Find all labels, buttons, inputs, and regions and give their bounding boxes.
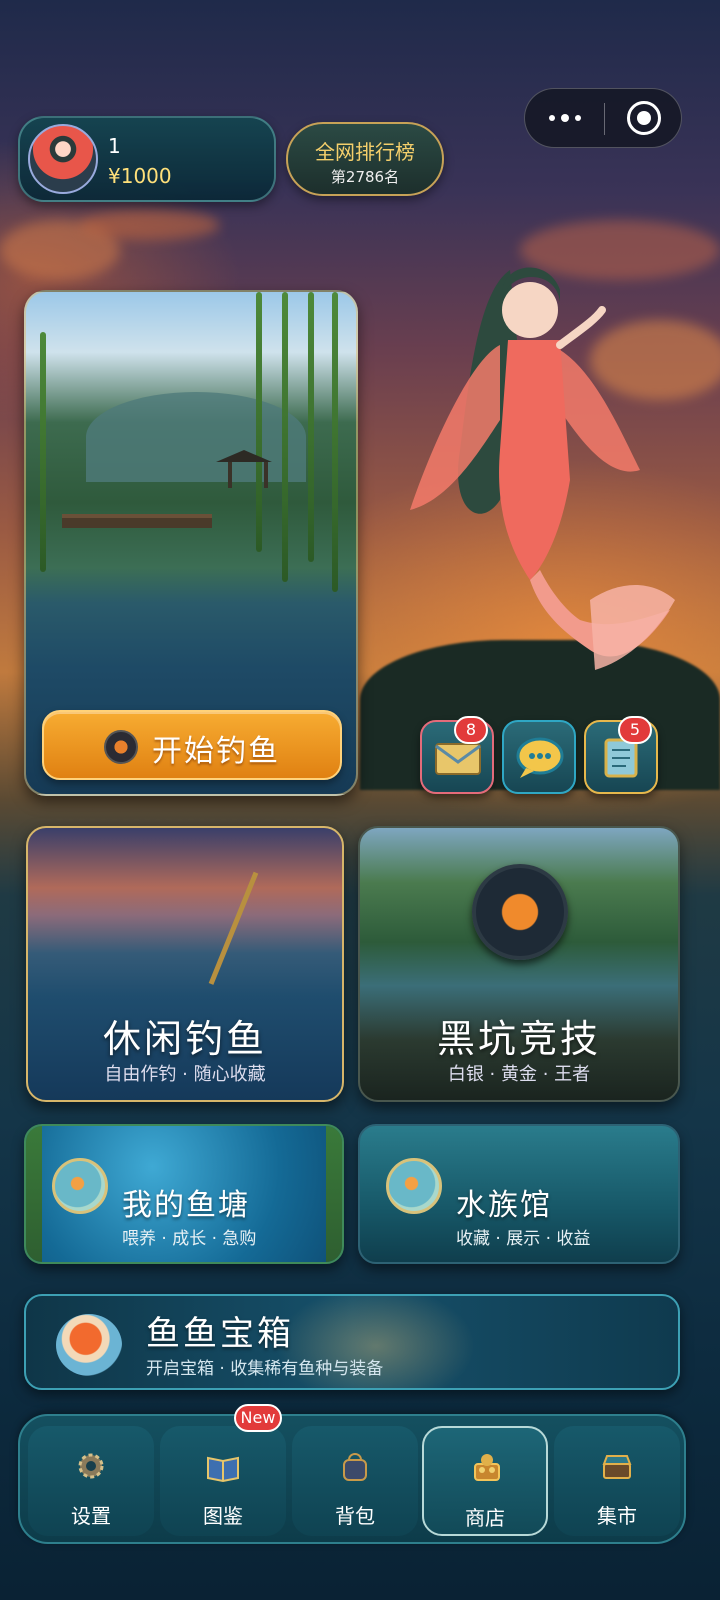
background-cloud <box>80 210 220 240</box>
nav-label: 商店 <box>465 1506 505 1530</box>
pit-competition-card[interactable]: 黑坑竞技 白银 · 黄金 · 王者 <box>358 826 680 1102</box>
start-fishing-button[interactable]: 开始钓鱼 <box>42 710 342 780</box>
koi-splash-icon <box>56 1314 122 1376</box>
nav-backpack[interactable]: 背包 <box>292 1426 418 1536</box>
chat-button[interactable] <box>502 720 576 794</box>
player-money: ¥1000 <box>108 164 172 188</box>
leisure-fishing-card[interactable]: 休闲钓鱼 自由作钓 · 随心收藏 <box>26 826 344 1102</box>
bridge-icon <box>62 514 212 528</box>
fishing-rod-icon <box>157 851 259 985</box>
more-options-icon[interactable] <box>547 103 597 133</box>
new-badge: New <box>234 1404 282 1432</box>
settings-icon <box>78 1453 104 1479</box>
tasks-button[interactable]: 5 <box>584 716 658 794</box>
player-card[interactable]: 1 ¥1000 <box>18 116 276 202</box>
my-pond-subtitle: 喂养 · 成长 · 急购 <box>122 1229 257 1249</box>
pit-competition-title: 黑坑竞技 <box>436 1017 601 1061</box>
scenery-bamboo <box>282 292 288 582</box>
koi-medallion-icon <box>472 864 568 960</box>
pavilion-icon <box>222 450 268 490</box>
vine-decoration <box>26 1126 42 1262</box>
my-pond-card[interactable]: 我的鱼塘 喂养 · 成长 · 急购 <box>24 1124 344 1264</box>
nav-label: 背包 <box>335 1504 375 1528</box>
scenery-bamboo <box>308 292 314 562</box>
scenery-bamboo <box>256 292 262 552</box>
player-level: 1 <box>108 134 121 158</box>
fish-coin-icon <box>104 730 138 764</box>
tasks-badge: 5 <box>618 716 652 744</box>
market-icon <box>602 1455 632 1479</box>
aquarium-title: 水族馆 <box>456 1188 552 1223</box>
nav-encyclopedia[interactable]: 图鉴 <box>160 1426 286 1536</box>
bottom-navigation: 设置 图鉴 背包 商店 集市 New <box>18 1404 686 1544</box>
start-fishing-label: 开始钓鱼 <box>152 734 280 769</box>
scenery-mountain <box>86 392 306 482</box>
chat-bubble-icon <box>516 737 564 778</box>
nav-market[interactable]: 集市 <box>554 1426 680 1536</box>
nav-label: 设置 <box>71 1504 111 1528</box>
nav-settings[interactable]: 设置 <box>28 1426 154 1536</box>
leaderboard-position: 第2786名 <box>330 168 400 186</box>
backpack-icon <box>343 1453 367 1481</box>
chest-subtitle: 开启宝箱 · 收集稀有鱼种与装备 <box>146 1359 384 1379</box>
mail-button[interactable]: 8 <box>420 716 494 794</box>
treasure-chest-banner[interactable]: 鱼鱼宝箱 开启宝箱 · 收集稀有鱼种与装备 <box>24 1294 680 1390</box>
close-miniprogram-icon[interactable] <box>627 101 661 135</box>
fishbowl-icon <box>52 1158 108 1214</box>
scenery-bamboo <box>332 292 338 592</box>
mermaid-character <box>410 267 675 670</box>
leaderboard-title: 全网排行榜 <box>315 140 415 164</box>
mail-badge: 8 <box>454 716 488 744</box>
vine-decoration <box>326 1126 342 1262</box>
nav-label: 图鉴 <box>203 1504 243 1528</box>
book-icon <box>207 1456 239 1483</box>
aquarium-subtitle: 收藏 · 展示 · 收益 <box>456 1229 591 1249</box>
leaderboard-button[interactable]: 全网排行榜 第2786名 <box>286 122 444 196</box>
capsule-divider <box>604 103 605 135</box>
avatar[interactable] <box>28 124 98 194</box>
goldfish-bowl-icon <box>386 1158 442 1214</box>
pit-competition-subtitle: 白银 · 黄金 · 王者 <box>447 1064 591 1085</box>
start-fishing-card[interactable]: 开始钓鱼 <box>24 290 358 796</box>
aquarium-card[interactable]: 水族馆 收藏 · 展示 · 收益 <box>358 1124 680 1264</box>
leisure-fishing-title: 休闲钓鱼 <box>102 1017 267 1061</box>
scenery-bamboo <box>40 332 46 572</box>
nav-label: 集市 <box>597 1504 637 1528</box>
miniprogram-capsule <box>524 88 682 148</box>
leisure-fishing-subtitle: 自由作钓 · 随心收藏 <box>104 1064 266 1085</box>
my-pond-title: 我的鱼塘 <box>122 1188 250 1223</box>
shop-icon <box>474 1454 500 1481</box>
chest-title: 鱼鱼宝箱 <box>146 1314 294 1354</box>
nav-shop[interactable]: 商店 <box>422 1426 548 1536</box>
